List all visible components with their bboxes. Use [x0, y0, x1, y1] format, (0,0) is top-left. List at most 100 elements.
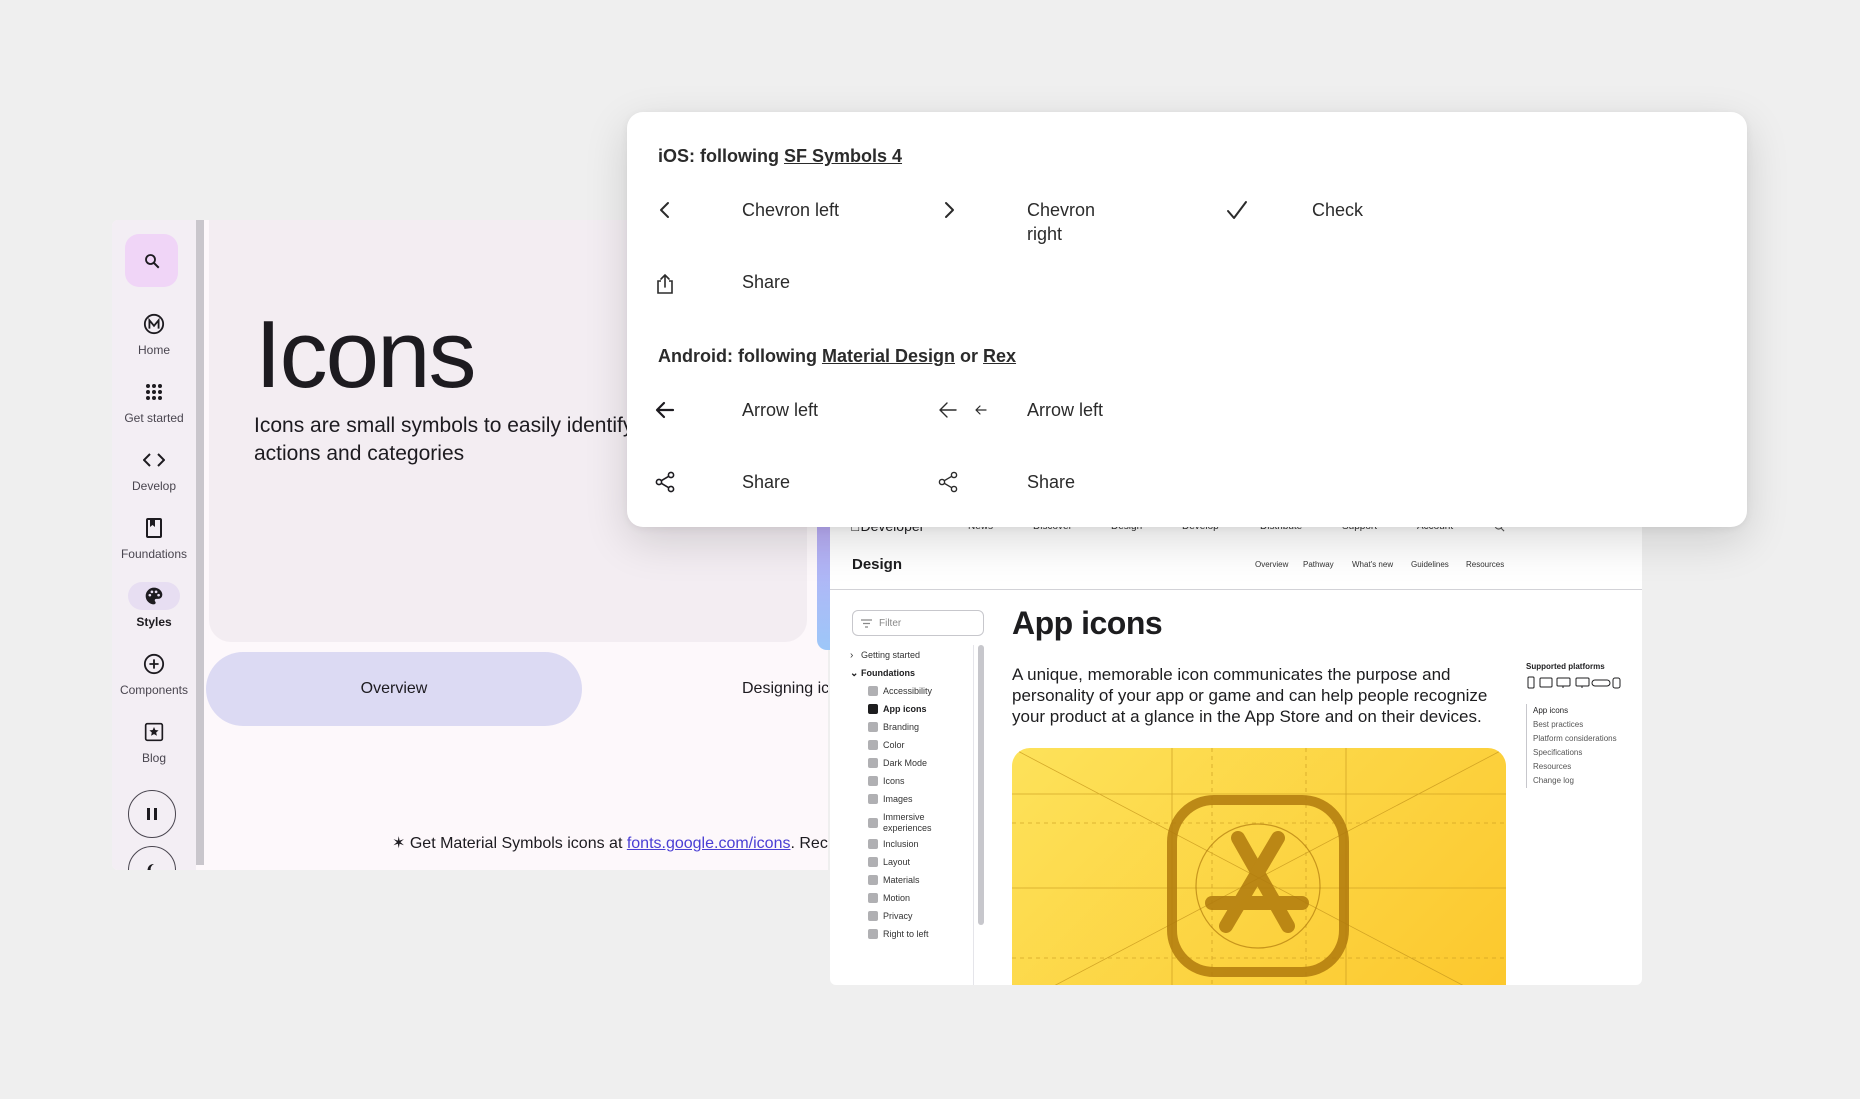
- sidebar-item-label: Right to left: [883, 929, 929, 939]
- material-design-link[interactable]: Material Design: [822, 346, 955, 366]
- sidebar-item-label: Layout: [883, 857, 911, 867]
- rail-item-foundations[interactable]: Foundations: [112, 514, 196, 561]
- share-android-icon: [651, 468, 679, 496]
- sidebar-item-icon: [868, 722, 878, 732]
- rail-label-styles: Styles: [136, 615, 172, 629]
- android-label: Share: [1027, 472, 1076, 492]
- tab-designing-icons[interactable]: Designing icons: [742, 652, 828, 726]
- ios-label: Share: [742, 272, 791, 292]
- star-square-icon: [132, 718, 176, 746]
- sidebar-item[interactable]: Images: [868, 794, 913, 804]
- sidebar-divider: [973, 645, 974, 985]
- filter-placeholder: Filter: [879, 617, 902, 629]
- sidebar-item[interactable]: Branding: [868, 722, 919, 732]
- sidebar-item-icon: [868, 818, 878, 828]
- subnav-whats-new[interactable]: What's new: [1352, 560, 1393, 569]
- navigation-rail: Home Get started Develop Foundations Sty…: [112, 220, 196, 870]
- sidebar-item-label: Dark Mode: [883, 758, 928, 768]
- rail-scrollbar[interactable]: [196, 220, 204, 865]
- subnav-guidelines[interactable]: Guidelines: [1411, 560, 1449, 569]
- rail-item-styles[interactable]: Styles: [112, 582, 196, 629]
- sidebar-item[interactable]: Color: [868, 740, 905, 750]
- add-circle-icon: [132, 650, 176, 678]
- check-icon: [1223, 196, 1251, 224]
- sidebar-item-label: Branding: [883, 722, 920, 732]
- dark-mode-button[interactable]: [128, 846, 176, 870]
- sidebar-item-icon: [868, 758, 878, 768]
- sidebar-item-label: Icons: [883, 776, 905, 786]
- section-title[interactable]: Design: [852, 556, 902, 573]
- rex-link[interactable]: Rex: [983, 346, 1016, 366]
- article-intro: A unique, memorable icon communicates th…: [1012, 665, 1488, 726]
- sidebar-item-icon: [868, 740, 878, 750]
- rail-item-get-started[interactable]: Get started: [112, 378, 196, 425]
- sidebar-item[interactable]: Immersive experiences: [868, 812, 943, 834]
- platform-icons: [1527, 676, 1621, 689]
- sidebar-item-label: Privacy: [883, 911, 913, 921]
- chevron-right-icon: ›: [850, 650, 854, 661]
- rail-label-develop: Develop: [131, 479, 177, 493]
- toc-item[interactable]: Best practices: [1533, 718, 1617, 732]
- filter-input[interactable]: Filter: [852, 610, 984, 636]
- toc-item[interactable]: Platform considerations: [1533, 732, 1617, 746]
- sidebar-item[interactable]: Materials: [868, 875, 920, 885]
- sidebar-item[interactable]: Dark Mode: [868, 758, 927, 768]
- toc-item[interactable]: Resources: [1533, 760, 1617, 774]
- tab-overview[interactable]: Overview: [206, 652, 582, 726]
- sidebar-item-icon: [868, 686, 878, 696]
- rail-item-home[interactable]: Home: [112, 310, 196, 357]
- fonts-link[interactable]: fonts.google.com/icons: [627, 835, 791, 852]
- search-button[interactable]: [125, 234, 178, 287]
- supported-platforms: Supported platforms: [1526, 662, 1636, 696]
- subnav-overview[interactable]: Overview: [1255, 560, 1288, 569]
- app-icon-hero-image: [1012, 748, 1506, 985]
- sidebar-item[interactable]: App icons: [868, 704, 927, 714]
- sidebar-item-label: Foundations: [861, 668, 915, 678]
- search-icon: [144, 253, 159, 268]
- sidebar-item-label: Images: [883, 794, 913, 804]
- sidebar-item-label: Materials: [883, 875, 920, 885]
- sidebar-item-icon: [868, 704, 878, 714]
- rail-item-components[interactable]: Components: [112, 650, 196, 697]
- sidebar-scrollbar[interactable]: [978, 645, 984, 925]
- footnote-prefix: Get Material Symbols icons at: [409, 835, 627, 852]
- book-icon: [132, 514, 176, 542]
- toc-item[interactable]: Change log: [1533, 774, 1617, 788]
- sidebar-item[interactable]: Accessibility: [868, 686, 932, 696]
- sidebar-item[interactable]: Motion: [868, 893, 910, 903]
- sidebar-item-icon: [868, 776, 878, 786]
- ios-heading: iOS: following SF Symbols 4: [658, 146, 903, 166]
- footnote-suffix: . Recommended: [790, 835, 828, 852]
- page-title: Icons: [255, 301, 476, 408]
- rail-item-develop[interactable]: Develop: [112, 446, 196, 493]
- subnav-resources[interactable]: Resources: [1466, 560, 1504, 569]
- sidebar-item[interactable]: › Getting started: [850, 650, 921, 661]
- chevron-left-icon: [651, 196, 679, 224]
- sidebar-item[interactable]: Right to left: [868, 929, 929, 939]
- sidebar-item[interactable]: ⌄ Foundations: [850, 668, 915, 679]
- section-nav: Design Overview Pathway What's new Guide…: [830, 542, 1642, 590]
- sidebar-item[interactable]: Privacy: [868, 911, 913, 921]
- sidebar-item-label: Getting started: [861, 650, 921, 660]
- subnav-pathway[interactable]: Pathway: [1303, 560, 1334, 569]
- chevron-down-icon: ⌄: [850, 668, 859, 679]
- ios-label: Chevron right: [1027, 200, 1096, 244]
- toc-item[interactable]: Specifications: [1533, 746, 1617, 760]
- sidebar-item[interactable]: Icons: [868, 776, 905, 786]
- arrow-left-small-icon: [967, 396, 995, 424]
- rail-item-blog[interactable]: Blog: [112, 718, 196, 765]
- sidebar-item[interactable]: Layout: [868, 857, 910, 867]
- sidebar-item-icon: [868, 857, 878, 867]
- sidebar-item-label: Accessibility: [883, 686, 933, 696]
- table-of-contents: App icons Best practices Platform consid…: [1526, 704, 1617, 788]
- sidebar-item-icon: [868, 911, 878, 921]
- pause-button[interactable]: [128, 790, 176, 838]
- sf-symbols-link[interactable]: SF Symbols 4: [784, 146, 902, 166]
- rail-label-foundations: Foundations: [120, 547, 188, 561]
- ios-label: Check: [1312, 200, 1364, 220]
- sidebar-item[interactable]: Inclusion: [868, 839, 919, 849]
- code-icon: [132, 446, 176, 474]
- filter-icon: [861, 619, 872, 628]
- toc-item[interactable]: App icons: [1533, 704, 1617, 718]
- app-store-grid-icon: [1012, 748, 1506, 985]
